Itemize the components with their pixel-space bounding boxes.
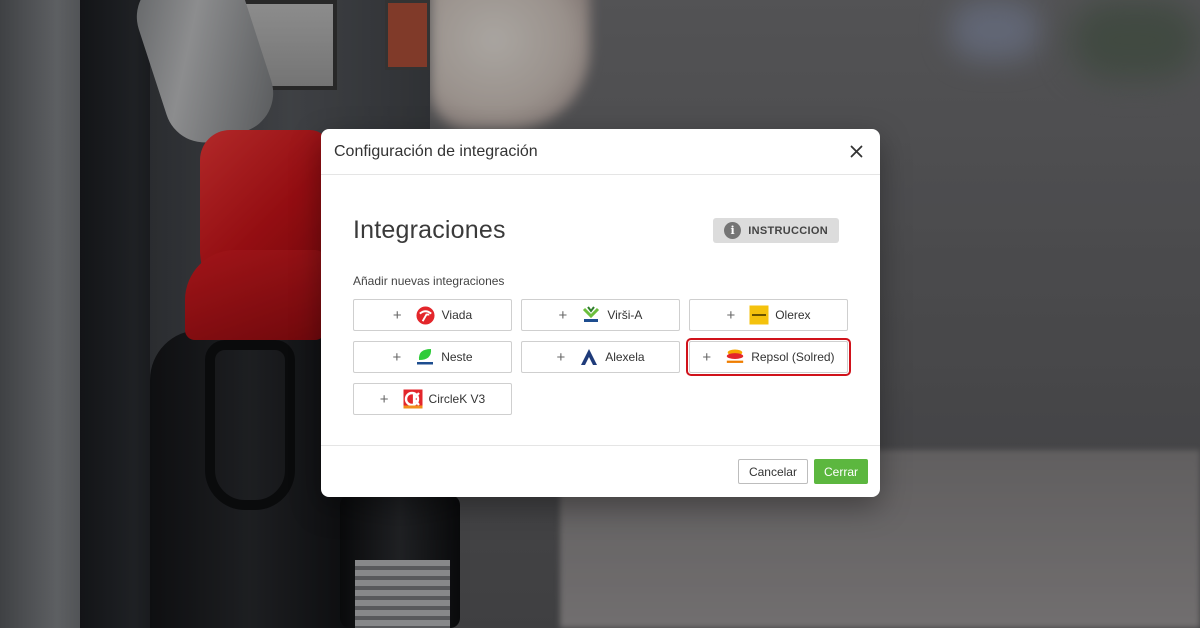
alexela-logo-icon (579, 347, 599, 367)
add-integration-olerex-button[interactable]: + Olerex (689, 299, 848, 331)
integration-label: Viada (441, 308, 473, 322)
integration-label: Repsol (Solred) (751, 350, 835, 364)
close-icon (850, 145, 862, 158)
integration-label: CircleK V3 (428, 392, 486, 406)
integration-label: Neste (441, 350, 473, 364)
virsi-logo-icon (581, 305, 601, 325)
add-integration-repsol-button[interactable]: + Repsol (Solred) (686, 338, 851, 376)
section-title: Integraciones (353, 216, 506, 244)
modal-title: Configuración de integración (334, 142, 538, 160)
neste-logo-icon (415, 347, 435, 367)
modal-header: Configuración de integración (321, 129, 880, 175)
plus-icon: + (556, 348, 566, 366)
integration-config-modal: Configuración de integración Integracion… (321, 129, 880, 497)
repsol-logo-icon (725, 347, 745, 367)
plus-icon: + (379, 390, 389, 408)
modal-footer: Cancelar Cerrar (321, 445, 880, 497)
add-integration-viada-button[interactable]: + Viada (353, 299, 512, 331)
integration-label: Olerex (775, 308, 811, 322)
viada-logo-icon (416, 305, 436, 325)
add-integration-alexela-button[interactable]: + Alexela (521, 341, 680, 373)
cancel-button[interactable]: Cancelar (737, 459, 808, 484)
plus-icon: + (392, 348, 402, 366)
plus-icon: + (726, 306, 736, 324)
plus-icon: + (392, 306, 402, 324)
olerex-logo-icon (749, 305, 769, 325)
instruction-button[interactable]: i INSTRUCCION (713, 218, 839, 243)
plus-icon: + (558, 306, 568, 324)
modal-body: Integraciones i INSTRUCCION Añadir nueva… (321, 175, 880, 445)
close-button[interactable] (845, 141, 867, 163)
instruction-label: INSTRUCCION (748, 224, 828, 237)
section-header: Integraciones i INSTRUCCION (353, 175, 848, 245)
add-integrations-label: Añadir nuevas integraciones (353, 274, 505, 288)
integration-label: Alexela (605, 350, 645, 364)
add-integration-virsi-button[interactable]: + Virši-A (521, 299, 680, 331)
add-integration-circlek-button[interactable]: + CircleK V3 (353, 383, 512, 415)
add-integration-neste-button[interactable]: + Neste (353, 341, 512, 373)
integration-label: Virši-A (607, 308, 643, 322)
plus-icon: + (702, 348, 712, 366)
info-icon: i (724, 222, 742, 239)
integrations-grid: + Viada + Virši-A + Olerex + Neste + Ale… (353, 299, 851, 415)
close-modal-button[interactable]: Cerrar (813, 459, 868, 484)
circlek-logo-icon (403, 389, 423, 409)
